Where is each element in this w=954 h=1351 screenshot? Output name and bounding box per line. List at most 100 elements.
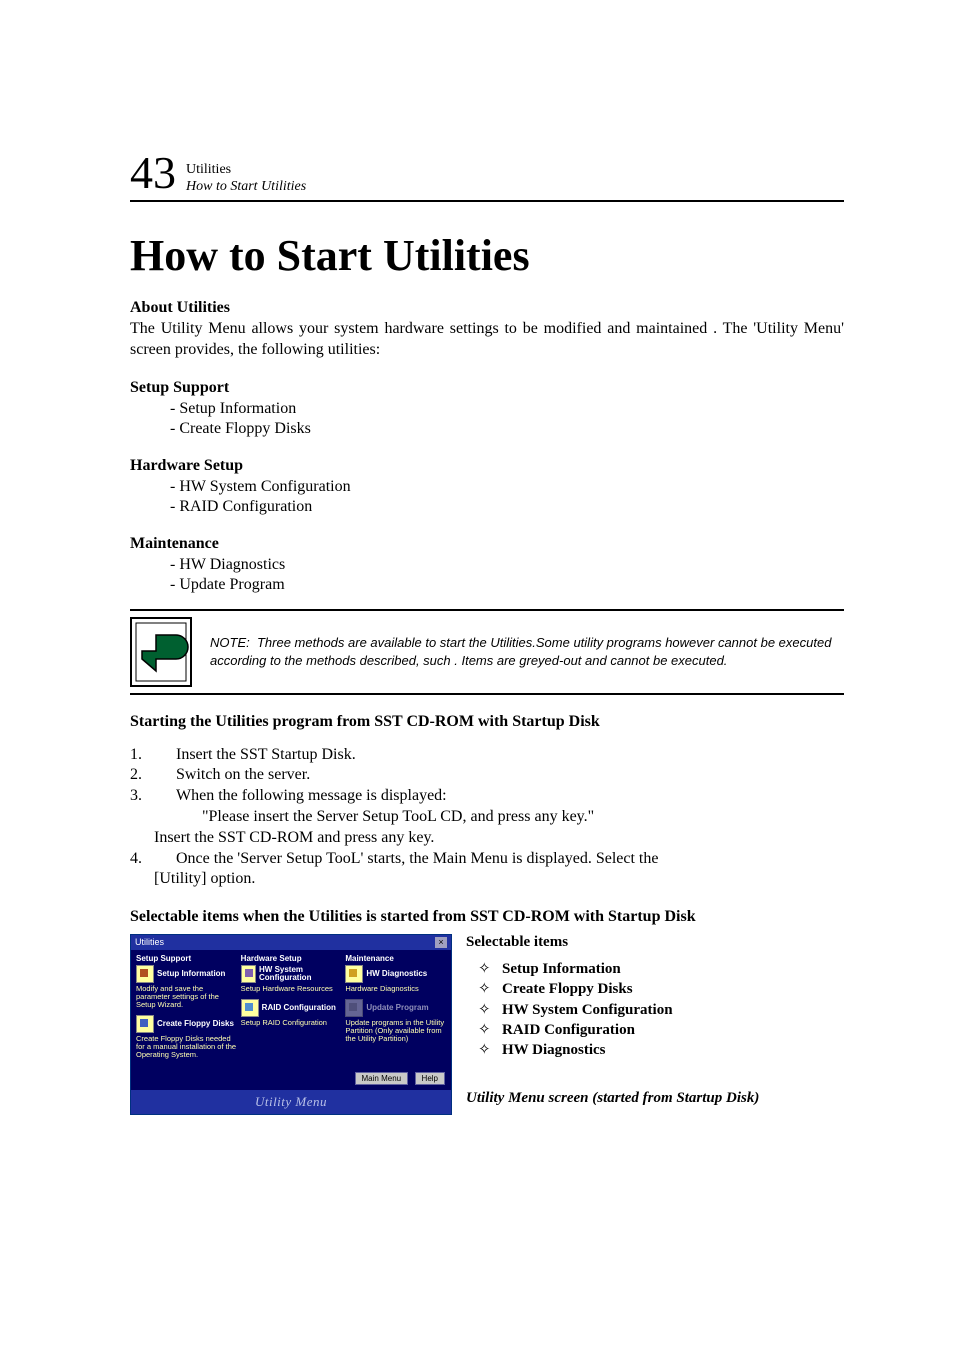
step-text: Insert the SST Startup Disk. (154, 745, 356, 766)
step-tail-text: Insert the SST CD-ROM and press any key. (154, 828, 434, 849)
step-row: 3. When the following message is display… (130, 786, 844, 807)
button-desc: Hardware Diagnostics (345, 985, 446, 993)
header-text: Utilities How to Start Utilities (186, 162, 306, 196)
note-label: NOTE: (210, 635, 250, 650)
step-text: Switch on the server. (154, 765, 310, 786)
group-item: - Create Floppy Disks (170, 419, 844, 439)
update-program-button: Update Program (345, 999, 446, 1017)
group-heading: Setup Support (130, 379, 844, 397)
bullet-text: HW System Configuration (502, 1000, 673, 1020)
group-item: - Update Program (170, 575, 844, 595)
window-footer: Utility Menu (131, 1090, 451, 1114)
setup-information-button[interactable]: Setup Information (136, 965, 237, 983)
button-desc: Create Floppy Disks needed for a manual … (136, 1035, 237, 1059)
window-title: Utilities (135, 937, 164, 948)
step-tail: [Utility] option. (130, 869, 844, 890)
starting-heading: Starting the Utilities program from SST … (130, 713, 844, 731)
raid-config-button[interactable]: RAID Configuration (241, 999, 342, 1017)
bullet-row: ✧ RAID Configuration (466, 1020, 759, 1040)
note-text: NOTE: Three methods are available to sta… (210, 634, 844, 669)
column-heading: Maintenance (345, 954, 446, 963)
note-icon (130, 617, 192, 687)
bullet-icon: ✧ (478, 979, 502, 999)
bullet-text: RAID Configuration (502, 1020, 635, 1040)
group-item: - Setup Information (170, 399, 844, 419)
button-label: Setup Information (157, 970, 225, 978)
page-number: 43 (130, 150, 176, 196)
about-text: The Utility Menu allows your system hard… (130, 319, 844, 361)
bullet-icon: ✧ (478, 1020, 502, 1040)
side-heading: Selectable items (466, 934, 759, 951)
bullet-text: HW Diagnostics (502, 1040, 605, 1060)
button-label: HW System Configuration (259, 966, 341, 983)
hw-diagnostics-button[interactable]: HW Diagnostics (345, 965, 446, 983)
window-body: Setup Support Setup Information Modify a… (131, 950, 451, 1064)
bullet-text: Setup Information (502, 959, 621, 979)
create-floppy-button[interactable]: Create Floppy Disks (136, 1015, 237, 1033)
raid-icon (241, 999, 259, 1017)
about-heading: About Utilities (130, 299, 844, 317)
column-maintenance: Maintenance HW Diagnostics Hardware Diag… (343, 954, 448, 1064)
bullet-row: ✧ HW Diagnostics (466, 1040, 759, 1060)
button-label: Create Floppy Disks (157, 1020, 234, 1028)
selectable-side: Selectable items ✧ Setup Information ✧ C… (452, 934, 759, 1107)
header-chapter: Utilities (186, 162, 306, 179)
step-row: 2. Switch on the server. (130, 765, 844, 786)
step-text: Once the 'Server Setup TooL' starts, the… (154, 849, 658, 870)
button-desc: Setup Hardware Resources (241, 985, 342, 993)
group-item: - HW System Configuration (170, 477, 844, 497)
screenshot-caption: Utility Menu screen (started from Startu… (466, 1090, 759, 1107)
column-hardware-setup: Hardware Setup HW System Configuration S… (239, 954, 344, 1064)
step-row: 4. Once the 'Server Setup TooL' starts, … (130, 849, 844, 870)
group-heading: Maintenance (130, 535, 844, 553)
steps-list: 1. Insert the SST Startup Disk. 2. Switc… (130, 745, 844, 891)
group-item: - HW Diagnostics (170, 555, 844, 575)
hw-config-icon (241, 965, 256, 983)
floppy-icon (136, 1015, 154, 1033)
group-item: - RAID Configuration (170, 497, 844, 517)
step-quote-text: "Please insert the Server Setup TooL CD,… (154, 807, 594, 828)
running-header: 43 Utilities How to Start Utilities (130, 150, 844, 202)
bullet-row: ✧ Create Floppy Disks (466, 979, 759, 999)
note-block: NOTE: Three methods are available to sta… (130, 609, 844, 695)
button-desc: Setup RAID Configuration (241, 1019, 342, 1027)
bullet-text: Create Floppy Disks (502, 979, 633, 999)
column-setup-support: Setup Support Setup Information Modify a… (134, 954, 239, 1064)
bullet-icon: ✧ (478, 959, 502, 979)
hw-system-config-button[interactable]: HW System Configuration (241, 965, 342, 983)
selectable-heading: Selectable items when the Utilities is s… (130, 908, 844, 926)
bullet-icon: ✧ (478, 1000, 502, 1020)
step-tail: Insert the SST CD-ROM and press any key. (130, 828, 844, 849)
step-num: 2. (130, 765, 154, 786)
diagnostics-icon (345, 965, 363, 983)
help-button[interactable]: Help (415, 1072, 445, 1085)
header-section: How to Start Utilities (186, 179, 306, 196)
page-title: How to Start Utilities (130, 230, 844, 281)
button-label: Update Program (366, 1004, 428, 1012)
step-num: 1. (130, 745, 154, 766)
main-menu-button[interactable]: Main Menu (355, 1072, 409, 1085)
bullet-icon: ✧ (478, 1040, 502, 1060)
button-desc: Update programs in the Utility Partition… (345, 1019, 446, 1043)
button-desc: Modify and save the parameter settings o… (136, 985, 237, 1009)
column-heading: Hardware Setup (241, 954, 342, 963)
group-heading: Hardware Setup (130, 457, 844, 475)
close-icon[interactable]: × (435, 937, 447, 948)
window-buttons: Main Menu Help (131, 1064, 451, 1090)
page: 43 Utilities How to Start Utilities How … (0, 0, 954, 1195)
setup-info-icon (136, 965, 154, 983)
column-heading: Setup Support (136, 954, 237, 963)
screenshot-row: Utilities × Setup Support Setup Informat… (130, 934, 844, 1115)
update-icon (345, 999, 363, 1017)
note-body: Three methods are available to start the… (210, 635, 831, 668)
button-label: RAID Configuration (262, 1004, 336, 1012)
bullet-row: ✧ Setup Information (466, 959, 759, 979)
window-titlebar: Utilities × (131, 935, 451, 950)
bullet-row: ✧ HW System Configuration (466, 1000, 759, 1020)
step-row: 1. Insert the SST Startup Disk. (130, 745, 844, 766)
step-text: When the following message is displayed: (154, 786, 447, 807)
utility-menu-screenshot: Utilities × Setup Support Setup Informat… (130, 934, 452, 1115)
step-tail-text: [Utility] option. (154, 869, 255, 890)
step-num: 4. (130, 849, 154, 870)
button-label: HW Diagnostics (366, 970, 427, 978)
